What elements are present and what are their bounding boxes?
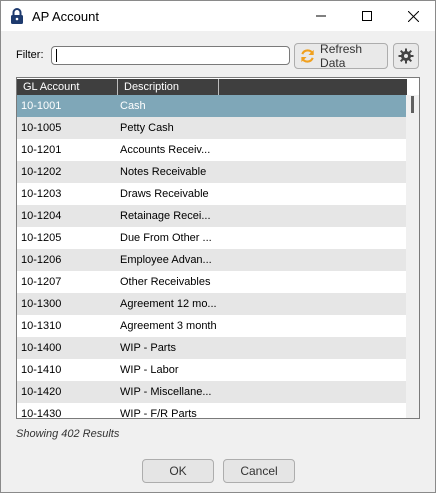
table-row[interactable]: 10-1310 Agreement 3 month bbox=[17, 315, 406, 337]
table-row[interactable]: 10-1207 Other Receivables bbox=[17, 271, 406, 293]
refresh-data-button[interactable]: Refresh Data bbox=[294, 42, 388, 70]
refresh-data-label: Refresh Data bbox=[320, 42, 363, 70]
cell-gl-account: 10-1203 bbox=[21, 188, 62, 200]
minimize-icon bbox=[316, 15, 326, 17]
cell-gl-account: 10-1310 bbox=[21, 320, 62, 332]
cell-description: WIP - Labor bbox=[120, 364, 179, 376]
grid-rows: 10-1001 Cash 10-1005 Petty Cash 10-1201 Acc… bbox=[17, 95, 406, 419]
lock-icon bbox=[11, 8, 23, 24]
cell-description: Employee Advan... bbox=[120, 254, 212, 266]
cell-description: Retainage Recei... bbox=[120, 210, 211, 222]
table-row[interactable]: 10-1201 Accounts Receiv... bbox=[17, 139, 406, 161]
grid-header: GL Account Description bbox=[17, 78, 419, 95]
cancel-button[interactable]: Cancel bbox=[223, 459, 295, 483]
dialog-window: AP Account Filter: Refresh Data GL Accou… bbox=[0, 0, 436, 493]
text-cursor bbox=[56, 49, 57, 62]
gear-icon bbox=[398, 48, 414, 64]
cell-description: WIP - F/R Parts bbox=[120, 408, 197, 419]
table-row[interactable]: 10-1001 Cash bbox=[17, 95, 406, 117]
table-row[interactable]: 10-1430 WIP - F/R Parts bbox=[17, 403, 406, 419]
table-row[interactable]: 10-1005 Petty Cash bbox=[17, 117, 406, 139]
cell-gl-account: 10-1420 bbox=[21, 386, 62, 398]
filter-label: Filter: bbox=[16, 49, 44, 61]
cell-description: Agreement 12 mo... bbox=[120, 298, 217, 310]
cell-description: Agreement 3 month bbox=[120, 320, 217, 332]
cell-description: Petty Cash bbox=[120, 122, 174, 134]
cell-gl-account: 10-1204 bbox=[21, 210, 62, 222]
table-row[interactable]: 10-1206 Employee Advan... bbox=[17, 249, 406, 271]
maximize-button[interactable] bbox=[344, 1, 390, 31]
cell-gl-account: 10-1201 bbox=[21, 144, 62, 156]
title-bar[interactable]: AP Account bbox=[1, 1, 435, 31]
close-icon bbox=[407, 10, 419, 22]
table-row[interactable]: 10-1204 Retainage Recei... bbox=[17, 205, 406, 227]
cell-description: WIP - Parts bbox=[120, 342, 177, 354]
ok-button[interactable]: OK bbox=[142, 459, 214, 483]
table-row[interactable]: 10-1205 Due From Other ... bbox=[17, 227, 406, 249]
results-count: Showing 402 Results bbox=[16, 428, 120, 440]
filter-input[interactable] bbox=[51, 46, 290, 65]
cell-gl-account: 10-1202 bbox=[21, 166, 62, 178]
table-row[interactable]: 10-1400 WIP - Parts bbox=[17, 337, 406, 359]
cell-description: Cash bbox=[120, 100, 146, 112]
cell-gl-account: 10-1206 bbox=[21, 254, 62, 266]
cell-description: Notes Receivable bbox=[120, 166, 207, 178]
scrollbar-thumb[interactable] bbox=[411, 96, 414, 113]
table-row[interactable]: 10-1203 Draws Receivable bbox=[17, 183, 406, 205]
cell-gl-account: 10-1300 bbox=[21, 298, 62, 310]
cell-gl-account: 10-1001 bbox=[21, 100, 62, 112]
cell-gl-account: 10-1005 bbox=[21, 122, 62, 134]
cell-gl-account: 10-1410 bbox=[21, 364, 62, 376]
cell-gl-account: 10-1400 bbox=[21, 342, 62, 354]
table-row[interactable]: 10-1420 WIP - Miscellane... bbox=[17, 381, 406, 403]
cell-description: Due From Other ... bbox=[120, 232, 212, 244]
table-row[interactable]: 10-1300 Agreement 12 mo... bbox=[17, 293, 406, 315]
table-row[interactable]: 10-1202 Notes Receivable bbox=[17, 161, 406, 183]
cell-description: Accounts Receiv... bbox=[120, 144, 211, 156]
column-header-gl-account[interactable]: GL Account bbox=[17, 79, 118, 95]
column-header-filler bbox=[219, 79, 407, 95]
cell-description: Draws Receivable bbox=[120, 188, 209, 200]
settings-button[interactable] bbox=[393, 43, 419, 69]
cell-description: WIP - Miscellane... bbox=[120, 386, 212, 398]
maximize-icon bbox=[362, 11, 372, 21]
refresh-icon bbox=[301, 49, 314, 63]
vertical-scrollbar[interactable] bbox=[406, 95, 419, 418]
column-header-description[interactable]: Description bbox=[118, 79, 219, 95]
accounts-grid[interactable]: GL Account Description 10-1001 Cash 10-10… bbox=[16, 77, 420, 419]
cell-description: Other Receivables bbox=[120, 276, 211, 288]
cell-gl-account: 10-1430 bbox=[21, 408, 62, 419]
cell-gl-account: 10-1205 bbox=[21, 232, 62, 244]
table-row[interactable]: 10-1410 WIP - Labor bbox=[17, 359, 406, 381]
close-button[interactable] bbox=[390, 1, 436, 31]
minimize-button[interactable] bbox=[298, 1, 344, 31]
window-title: AP Account bbox=[32, 9, 99, 24]
cell-gl-account: 10-1207 bbox=[21, 276, 62, 288]
